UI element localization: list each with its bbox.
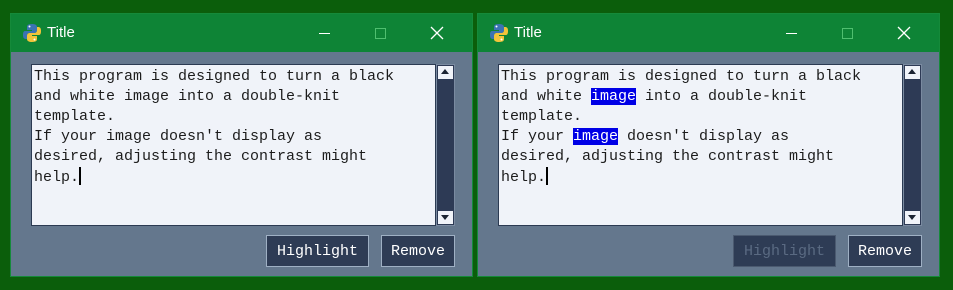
title-bar[interactable]: Title: [478, 14, 939, 52]
text-run: help.: [501, 169, 547, 186]
minimize-icon[interactable]: [302, 14, 348, 52]
python-icon: [23, 24, 41, 42]
scroll-down-arrow-icon[interactable]: [905, 211, 920, 224]
text-run: and white: [501, 88, 592, 105]
highlighted-word: image: [591, 88, 637, 105]
highlight-button[interactable]: Highlight: [266, 235, 369, 267]
window-left: Title This program is designed to turn a…: [10, 13, 473, 277]
text-run: desired, adjusting the contrast might: [34, 148, 368, 165]
close-icon[interactable]: [414, 14, 460, 52]
window-title: Title: [514, 24, 542, 41]
text-line: help.: [34, 167, 435, 187]
vertical-scrollbar[interactable]: [903, 64, 922, 226]
text-line: desired, adjusting the contrast might: [501, 147, 902, 167]
text-line: This program is designed to turn a black: [501, 67, 902, 87]
text-line: template.: [34, 107, 435, 127]
text-line: If your image doesn't display as: [34, 127, 435, 147]
window-right: Title This program is designed to turn a…: [477, 13, 940, 277]
remove-button[interactable]: Remove: [848, 235, 922, 267]
text-area[interactable]: This program is designed to turn a black…: [498, 64, 903, 226]
text-line: If your image doesn't display as: [501, 127, 902, 147]
text-run: help.: [34, 169, 80, 186]
vertical-scrollbar[interactable]: [436, 64, 455, 226]
text-area[interactable]: This program is designed to turn a black…: [31, 64, 436, 226]
text-line: desired, adjusting the contrast might: [34, 147, 435, 167]
scroll-down-arrow-icon[interactable]: [438, 211, 453, 224]
text-run: If your: [501, 128, 574, 145]
minimize-icon[interactable]: [769, 14, 815, 52]
text-line: help.: [501, 167, 902, 187]
text-run: This program is designed to turn a black: [34, 68, 395, 85]
text-line: template.: [501, 107, 902, 127]
scroll-up-arrow-icon[interactable]: [905, 66, 920, 79]
text-run: template.: [34, 108, 116, 125]
text-cursor: [546, 167, 549, 185]
text-line: and white image into a double-knit: [501, 87, 902, 107]
text-run: template.: [501, 108, 583, 125]
highlighted-word: image: [573, 128, 619, 145]
remove-button[interactable]: Remove: [381, 235, 455, 267]
text-line: This program is designed to turn a black: [34, 67, 435, 87]
maximize-icon[interactable]: [358, 14, 404, 52]
python-icon: [490, 24, 508, 42]
text-run: doesn't display as: [618, 128, 790, 145]
window-title: Title: [47, 24, 75, 41]
text-line: and white image into a double-knit: [34, 87, 435, 107]
text-cursor: [79, 167, 82, 185]
highlight-button[interactable]: Highlight: [733, 235, 836, 267]
text-run: This program is designed to turn a black: [501, 68, 862, 85]
close-icon[interactable]: [881, 14, 927, 52]
text-run: and white image into a double-knit: [34, 88, 341, 105]
title-bar[interactable]: Title: [11, 14, 472, 52]
text-run: into a double-knit: [636, 88, 808, 105]
text-run: desired, adjusting the contrast might: [501, 148, 835, 165]
scroll-up-arrow-icon[interactable]: [438, 66, 453, 79]
text-run: If your image doesn't display as: [34, 128, 323, 145]
maximize-icon[interactable]: [825, 14, 871, 52]
